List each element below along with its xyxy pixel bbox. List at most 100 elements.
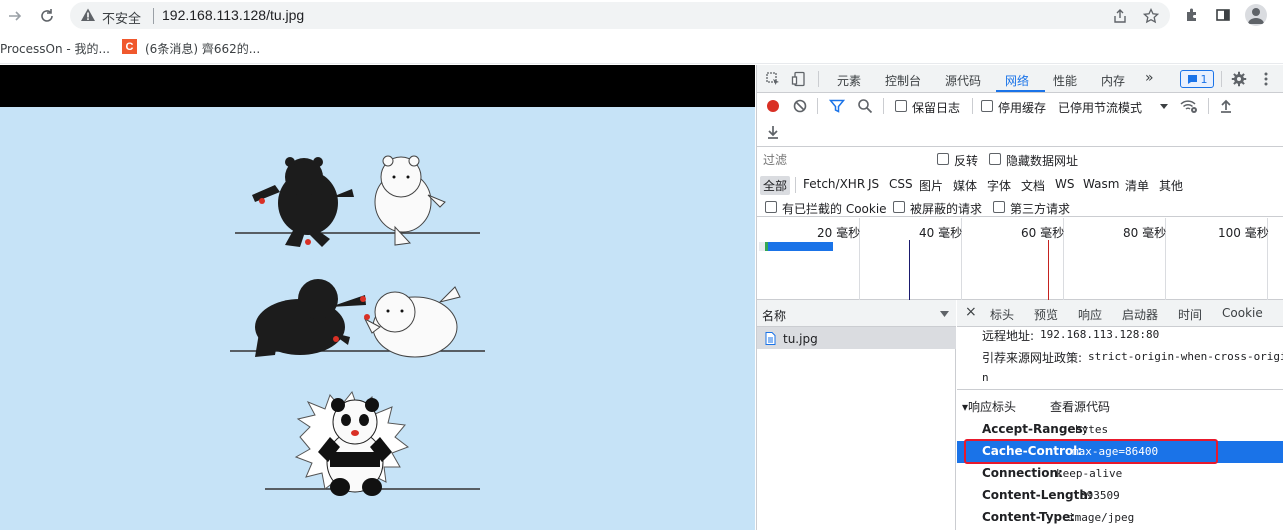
record-icon[interactable] [764, 97, 782, 115]
filter-bar: 反转 隐藏数据网址 全部 Fetch/XHR JS CSS 图片 媒体 字体 文… [757, 147, 1283, 217]
filter-type-media[interactable]: 媒体 [953, 177, 977, 194]
displayed-image[interactable] [0, 107, 755, 530]
reload-button[interactable] [36, 5, 58, 27]
table-row[interactable]: tu.jpg [757, 327, 956, 349]
filter-type-js[interactable]: JS [868, 177, 879, 191]
devtools-tabbar: 元素 控制台 源代码 网络 性能 内存 » 1 [757, 65, 1283, 93]
import-har-icon[interactable] [1217, 97, 1235, 115]
bookmark-csdn[interactable]: (6条消息) 齊662的... [145, 40, 260, 57]
header-value: 192.168.113.128:80 [1040, 328, 1160, 341]
header-value: bytes [1075, 423, 1109, 436]
tick-label: 20 毫秒 [817, 226, 861, 240]
tab-preview[interactable]: 预览 [1034, 306, 1058, 323]
blocked-requests-checkbox[interactable] [893, 201, 905, 213]
forward-button[interactable] [4, 5, 26, 27]
view-source-link[interactable]: 查看源代码 [1050, 398, 1110, 415]
more-options-icon[interactable] [1257, 70, 1275, 88]
tab-timing[interactable]: 时间 [1178, 306, 1202, 323]
device-toolbar-icon[interactable] [790, 70, 808, 88]
tab-headers[interactable]: 标头 [990, 306, 1014, 323]
document-icon [765, 332, 776, 345]
filter-type-manifest[interactable]: 清单 [1125, 177, 1149, 194]
network-conditions-icon[interactable] [1180, 97, 1198, 115]
search-icon[interactable] [856, 97, 874, 115]
load-marker [1048, 240, 1049, 300]
chevron-down-icon[interactable] [1155, 97, 1173, 115]
response-headers-title[interactable]: ▾响应标头 [962, 398, 1016, 415]
more-tabs-chevron-icon[interactable]: » [1145, 70, 1154, 86]
share-icon[interactable] [1110, 6, 1130, 26]
filter-icon[interactable] [828, 97, 846, 115]
csdn-favicon: C [122, 39, 137, 54]
filter-type-fetch-xhr[interactable]: Fetch/XHR [803, 177, 865, 191]
disable-cache-label: 停用缓存 [998, 101, 1047, 115]
tab-elements[interactable]: 元素 [837, 72, 861, 89]
invert-label: 反转 [954, 154, 979, 168]
divider [957, 389, 1283, 390]
network-overview[interactable]: 20 毫秒 40 毫秒 60 毫秒 80 毫秒 100 毫秒 [757, 218, 1283, 300]
blocked-cookies-label: 有已拦截的 Cookie [782, 202, 887, 216]
preserve-log-checkbox[interactable] [895, 100, 907, 112]
tab-cookies[interactable]: Cookie [1222, 306, 1263, 320]
highlight-annotation [964, 439, 1218, 464]
filter-type-ws[interactable]: WS [1055, 177, 1074, 191]
tab-memory[interactable]: 内存 [1101, 72, 1125, 89]
invert-checkbox[interactable] [937, 153, 949, 165]
third-party-checkbox[interactable] [993, 201, 1005, 213]
tick-label: 80 毫秒 [1123, 226, 1167, 240]
filter-type-doc[interactable]: 文档 [1021, 177, 1045, 194]
settings-gear-icon[interactable] [1230, 70, 1248, 88]
hide-data-urls-checkbox[interactable] [989, 153, 1001, 165]
tab-initiator[interactable]: 启动器 [1122, 306, 1158, 323]
filter-type-font[interactable]: 字体 [987, 177, 1011, 194]
tab-console[interactable]: 控制台 [885, 72, 921, 89]
warning-icon[interactable] [80, 7, 96, 26]
divider [795, 177, 796, 193]
details-tabbar: × 标头 预览 响应 启动器 时间 Cookie [957, 300, 1283, 327]
reload-icon [41, 9, 53, 22]
filter-type-wasm[interactable]: Wasm [1083, 177, 1119, 191]
divider [1221, 71, 1222, 87]
side-panel-icon[interactable] [1212, 4, 1234, 26]
tick-label: 100 毫秒 [1218, 226, 1269, 240]
tab-performance[interactable]: 性能 [1053, 72, 1077, 89]
address-bar[interactable]: 不安全 192.168.113.128/tu.jpg [70, 2, 1170, 29]
filter-input[interactable] [760, 150, 925, 170]
header-value-wrap: n [982, 371, 989, 384]
profile-avatar[interactable] [1245, 4, 1267, 26]
divider [972, 98, 973, 114]
bookmark-processon[interactable]: ProcessOn - 我的... [0, 40, 110, 57]
blocked-cookies-checkbox[interactable] [765, 201, 777, 213]
issues-badge[interactable]: 1 [1180, 70, 1214, 88]
extensions-icon[interactable] [1181, 4, 1203, 26]
name-column-header[interactable]: 名称 [757, 300, 956, 327]
filter-type-css[interactable]: CSS [889, 177, 913, 191]
filter-type-img[interactable]: 图片 [919, 177, 943, 194]
name-column-label: 名称 [762, 309, 787, 323]
url-text[interactable]: 192.168.113.128/tu.jpg [162, 7, 304, 23]
filter-type-other[interactable]: 其他 [1159, 177, 1183, 194]
tab-sources[interactable]: 源代码 [945, 72, 981, 89]
security-label[interactable]: 不安全 [102, 8, 141, 27]
bookmark-star-icon[interactable] [1141, 6, 1161, 26]
export-har-icon[interactable] [764, 123, 782, 141]
throttling-select[interactable]: 已停用节流模式 [1058, 99, 1142, 116]
inspect-element-icon[interactable] [764, 70, 782, 88]
divider [818, 71, 819, 87]
divider [817, 98, 818, 114]
header-value: image/jpeg [1068, 511, 1135, 524]
sort-chevron-down-icon [940, 311, 949, 317]
bears-illustration [230, 155, 485, 496]
black-bear-middle [255, 279, 366, 357]
header-key: Accept-Ranges: [982, 422, 1088, 436]
tab-network[interactable]: 网络 [1005, 72, 1029, 89]
clear-icon[interactable] [791, 97, 809, 115]
active-tab-indicator [996, 90, 1045, 92]
filter-type-all[interactable]: 全部 [760, 176, 791, 195]
disable-cache-checkbox[interactable] [981, 100, 993, 112]
bookmarks-bar: ProcessOn - 我的... C (6条消息) 齊662的... [0, 31, 1283, 64]
tick-label: 60 毫秒 [1021, 226, 1065, 240]
tab-response[interactable]: 响应 [1078, 306, 1102, 323]
header-key: Connection: [982, 466, 1063, 480]
close-icon[interactable]: × [965, 304, 977, 320]
